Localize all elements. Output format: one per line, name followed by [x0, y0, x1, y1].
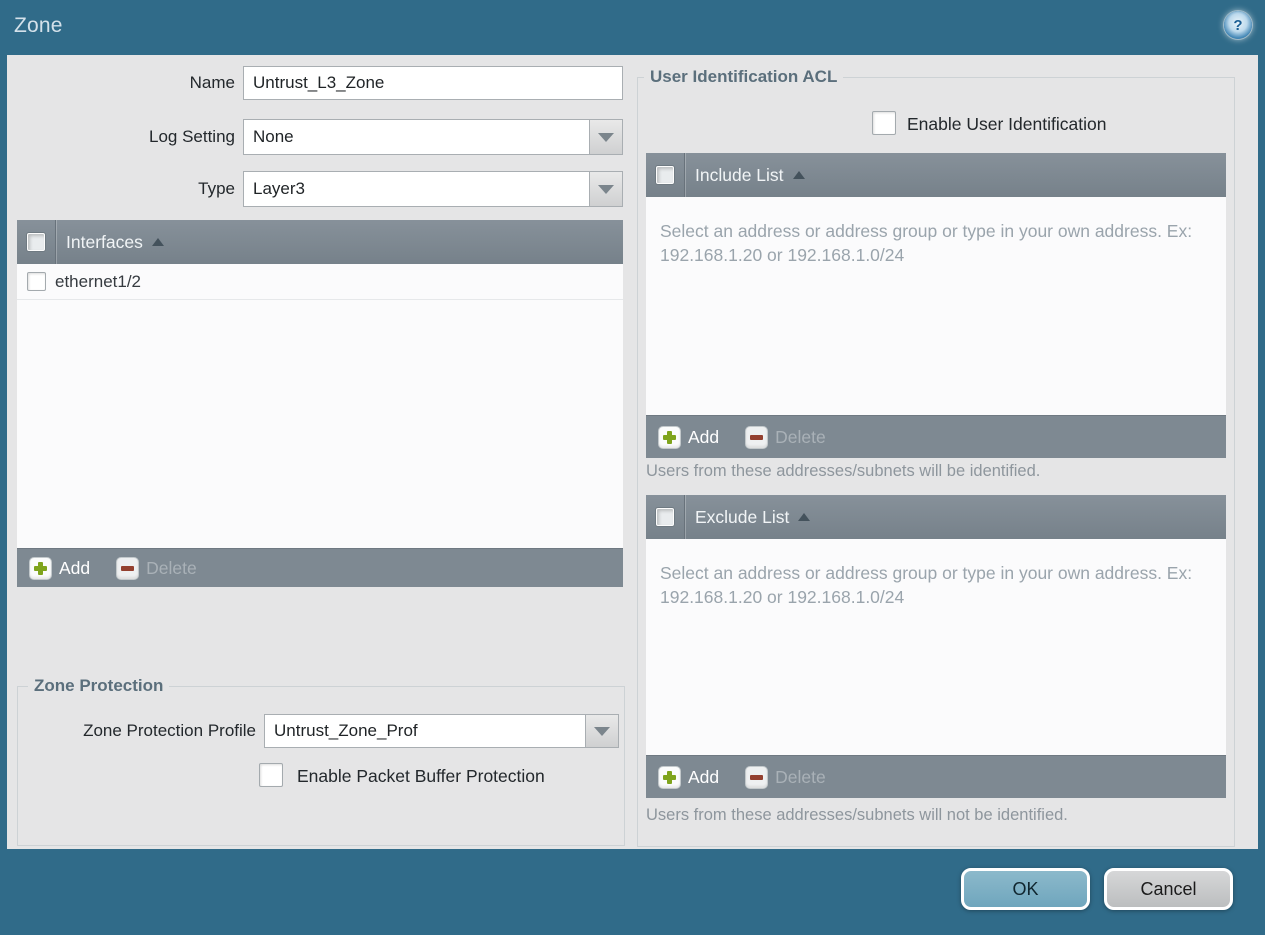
include-delete-button[interactable]: Delete: [745, 425, 826, 449]
exclude-list-body[interactable]: Select an address or address group or ty…: [646, 539, 1226, 755]
cancel-button[interactable]: Cancel: [1104, 868, 1233, 910]
zone-protection-section: Zone Protection Zone Protection Profile …: [17, 676, 625, 846]
log-setting-dropdown-button[interactable]: [590, 119, 623, 155]
enable-packet-buffer-protection-checkbox[interactable]: [259, 763, 283, 787]
include-list-body[interactable]: Select an address or address group or ty…: [646, 197, 1226, 415]
add-icon: [29, 556, 52, 580]
interface-row[interactable]: ethernet1/2: [17, 264, 623, 300]
log-setting-label: Log Setting: [148, 127, 235, 146]
interfaces-header-checkbox-cell: [17, 220, 56, 264]
chevron-down-icon: [598, 184, 614, 194]
chevron-down-icon: [598, 132, 614, 142]
exclude-delete-button[interactable]: Delete: [745, 765, 826, 789]
include-select-all-checkbox[interactable]: [656, 166, 674, 184]
zone-protection-profile-dropdown-button[interactable]: [586, 714, 619, 748]
zone-protection-profile-label: Zone Protection Profile: [83, 721, 256, 740]
type-label: Type: [198, 179, 235, 198]
delete-icon: [745, 765, 769, 789]
include-column-header[interactable]: Include List: [685, 165, 784, 186]
name-input[interactable]: [243, 66, 623, 100]
interface-name: ethernet1/2: [55, 271, 142, 291]
dialog-title: Zone: [14, 14, 63, 37]
zone-protection-profile-input[interactable]: [264, 714, 586, 748]
include-header-checkbox-cell: [646, 153, 685, 197]
include-list-header: Include List: [646, 153, 1226, 197]
zone-protection-legend: Zone Protection: [28, 676, 170, 696]
interfaces-delete-button[interactable]: Delete: [116, 556, 197, 580]
enable-user-identification-checkbox[interactable]: [872, 111, 896, 135]
user-identification-acl-section: User Identification ACL Enable User Iden…: [637, 67, 1235, 847]
type-dropdown-button[interactable]: [590, 171, 623, 207]
interfaces-select-all-checkbox[interactable]: [27, 233, 45, 251]
delete-icon: [116, 556, 140, 580]
interfaces-column-header[interactable]: Interfaces: [56, 232, 143, 253]
interfaces-table: Interfaces ethernet1/2 Add Delete: [17, 220, 623, 587]
enable-user-identification-label: Enable User Identification: [907, 114, 1107, 134]
exclude-list-placeholder: Select an address or address group or ty…: [660, 563, 1193, 607]
include-list-caption: Users from these addresses/subnets will …: [646, 462, 1041, 480]
exclude-list-footer: Add Delete: [646, 755, 1226, 798]
exclude-column-header[interactable]: Exclude List: [685, 507, 789, 528]
exclude-list-caption: Users from these addresses/subnets will …: [646, 806, 1068, 824]
chevron-down-icon: [594, 726, 610, 736]
type-input[interactable]: [243, 171, 590, 207]
interfaces-table-body: ethernet1/2: [17, 264, 623, 548]
ok-button[interactable]: OK: [961, 868, 1090, 910]
dialog-body: Name Log Setting Type Interfaces etherne…: [7, 55, 1258, 849]
interface-row-checkbox[interactable]: [26, 272, 46, 291]
interfaces-table-footer: Add Delete: [17, 548, 623, 587]
exclude-header-checkbox-cell: [646, 495, 685, 539]
interfaces-table-header: Interfaces: [17, 220, 623, 264]
include-list-footer: Add Delete: [646, 415, 1226, 458]
log-setting-input[interactable]: [243, 119, 590, 155]
add-icon: [658, 425, 681, 449]
exclude-add-button[interactable]: Add: [658, 765, 719, 789]
include-list-table: Include List Select an address or addres…: [646, 153, 1226, 458]
sort-ascending-icon: [798, 513, 811, 521]
exclude-select-all-checkbox[interactable]: [656, 508, 674, 526]
include-add-button[interactable]: Add: [658, 425, 719, 449]
delete-icon: [745, 425, 769, 449]
name-label: Name: [189, 73, 235, 92]
exclude-list-header: Exclude List: [646, 495, 1226, 539]
user-identification-acl-legend: User Identification ACL: [644, 67, 844, 87]
add-icon: [658, 765, 681, 789]
enable-packet-buffer-protection-label: Enable Packet Buffer Protection: [297, 766, 545, 786]
sort-ascending-icon: [792, 171, 805, 179]
interfaces-add-button[interactable]: Add: [29, 556, 90, 580]
sort-ascending-icon: [151, 238, 164, 246]
help-icon[interactable]: ?: [1224, 11, 1252, 39]
include-list-placeholder: Select an address or address group or ty…: [660, 221, 1193, 265]
exclude-list-table: Exclude List Select an address or addres…: [646, 495, 1226, 798]
